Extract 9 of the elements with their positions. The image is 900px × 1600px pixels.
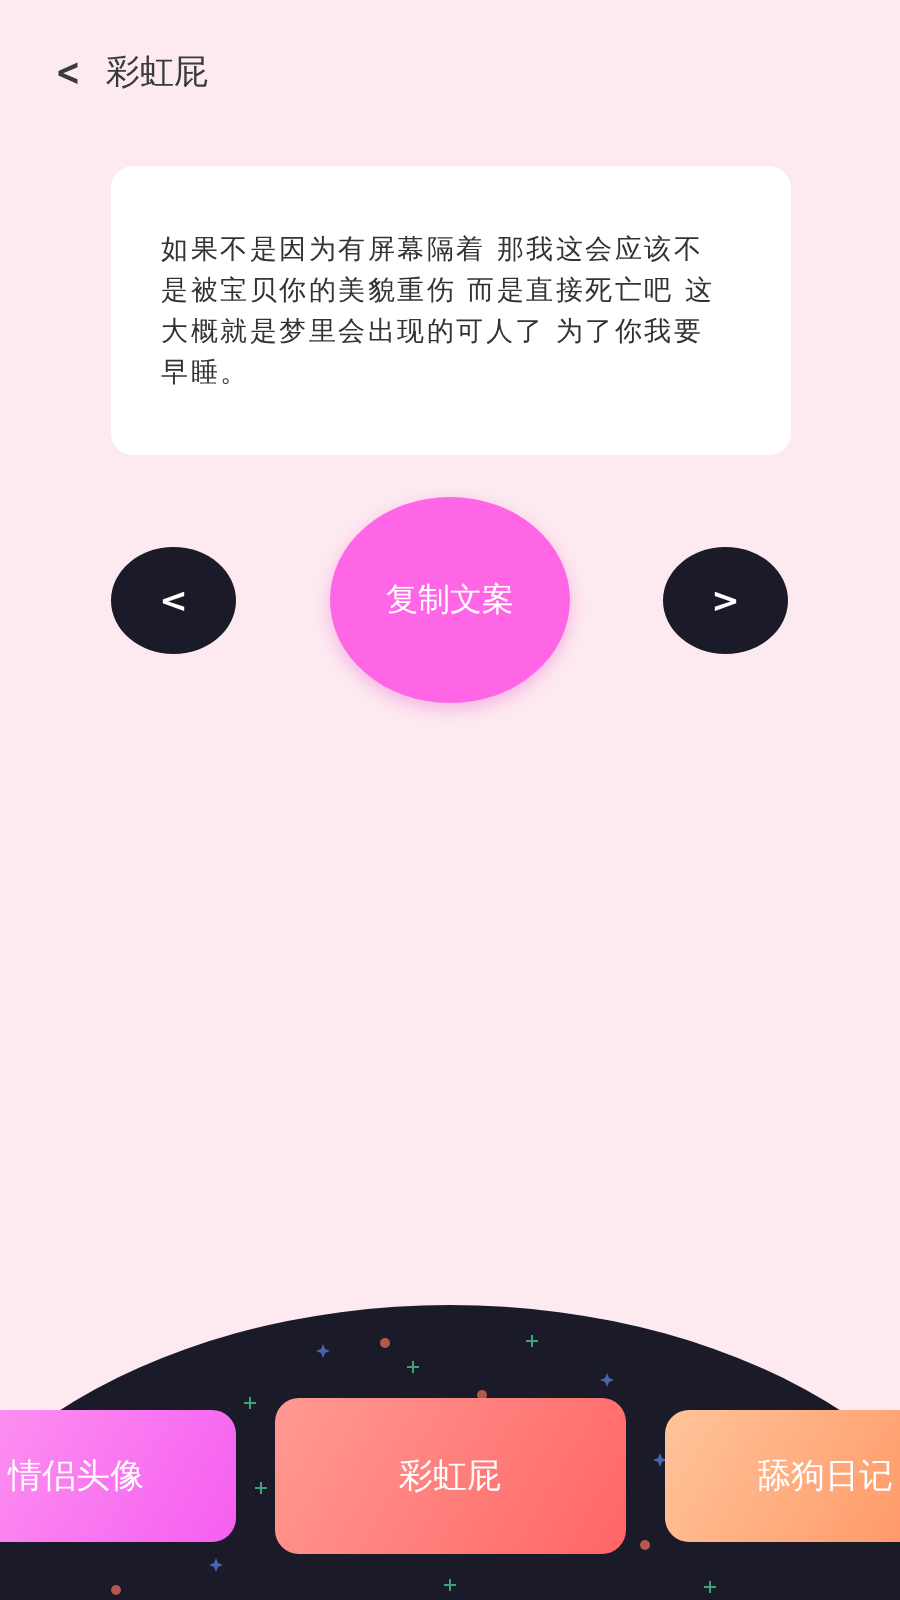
next-button[interactable]: > bbox=[663, 546, 788, 654]
category-tab[interactable]: 情侣头像 bbox=[0, 1410, 236, 1542]
copy-button[interactable]: 复制文案 bbox=[329, 497, 570, 703]
quote-text: 如果不是因为有屏幕隔着 那我这会应该不是被宝贝你的美貌重伤 而是直接死亡吧 这大概就是梦里会出现的可人了 为了你我要早睡。 bbox=[161, 232, 716, 389]
page-title: 彩虹屁 bbox=[105, 50, 208, 93]
back-button[interactable]: < bbox=[55, 50, 81, 94]
category-tab[interactable]: 舔狗日记 bbox=[664, 1410, 900, 1542]
category-tab[interactable]: 彩虹屁 bbox=[274, 1398, 626, 1554]
previous-button[interactable]: < bbox=[111, 546, 236, 654]
